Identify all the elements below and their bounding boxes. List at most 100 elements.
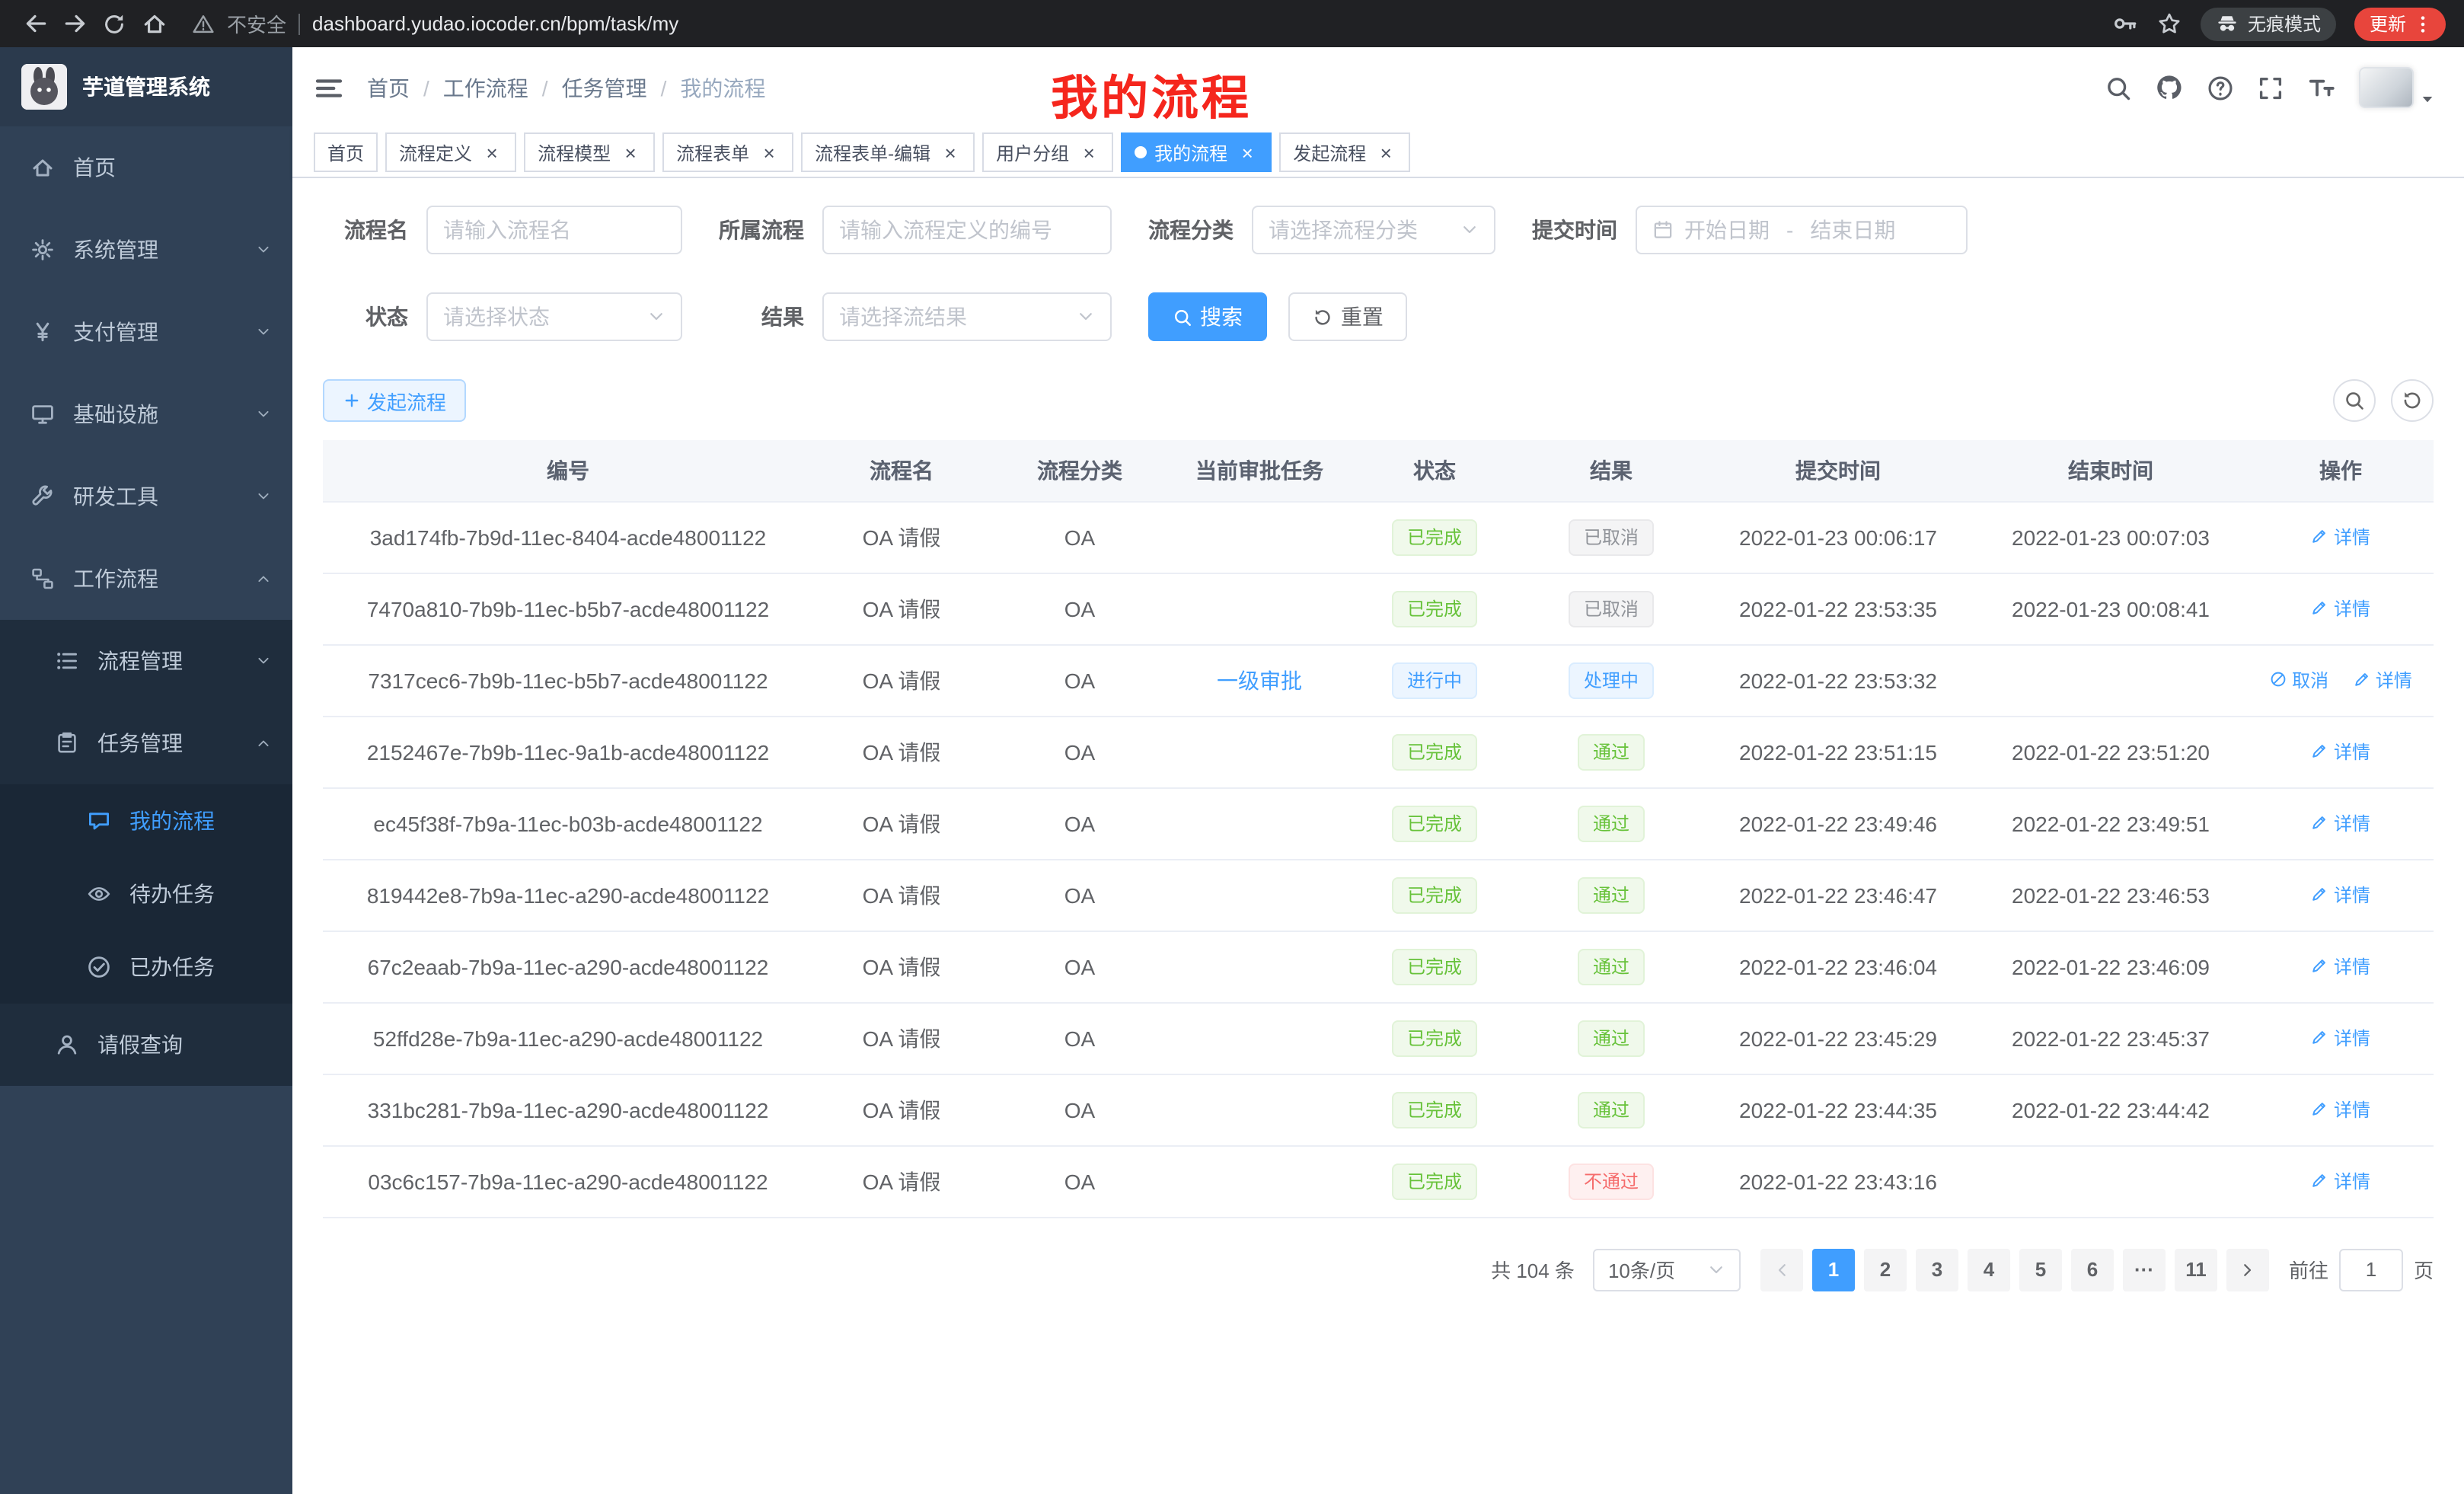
current-task-link[interactable]: 一级审批 xyxy=(1217,668,1302,692)
page-button-2[interactable]: 2 xyxy=(1864,1248,1907,1291)
refresh-table-button[interactable] xyxy=(2391,379,2434,422)
cell-id: 7317cec6-7b9b-11ec-b5b7-acde48001122 xyxy=(323,644,813,716)
sidebar-item-workflow[interactable]: 工作流程 xyxy=(0,538,292,620)
browser-reload-button[interactable] xyxy=(94,4,134,43)
app-logo[interactable]: 芋道管理系统 xyxy=(0,47,292,126)
result-select[interactable]: 请选择流结果 xyxy=(822,292,1112,341)
cell-current-task xyxy=(1170,931,1349,1002)
detail-link[interactable]: 详情 xyxy=(2311,953,2370,979)
page-size-select[interactable]: 10条/页 xyxy=(1593,1248,1741,1291)
page-ellipsis-button[interactable]: ··· xyxy=(2123,1248,2166,1291)
detail-link[interactable]: 详情 xyxy=(2311,1168,2370,1194)
close-icon[interactable]: × xyxy=(1078,142,1100,163)
submit-time-range-picker[interactable]: 开始日期 - 结束日期 xyxy=(1636,206,1968,254)
font-size-icon[interactable] xyxy=(2307,73,2336,102)
search-icon[interactable] xyxy=(2105,74,2132,101)
sidebar-item-process-management[interactable]: 流程管理 xyxy=(0,620,292,702)
sidebar-toggle[interactable] xyxy=(314,72,344,103)
status-select[interactable]: 请选择状态 xyxy=(426,292,682,341)
tab-process-model[interactable]: 流程模型× xyxy=(524,132,655,172)
sidebar-item-done-tasks[interactable]: 已办任务 xyxy=(0,931,292,1004)
password-key-icon[interactable] xyxy=(2112,11,2138,37)
sidebar-item-task-management[interactable]: 任务管理 xyxy=(0,702,292,784)
cell-current-task xyxy=(1170,501,1349,573)
start-date-placeholder[interactable]: 开始日期 xyxy=(1684,215,1770,245)
sidebar-item-dev-tools[interactable]: 研发工具 xyxy=(0,455,292,538)
detail-link[interactable]: 详情 xyxy=(2311,882,2370,908)
breadcrumb-task-management[interactable]: 任务管理 xyxy=(562,72,647,103)
close-icon[interactable]: × xyxy=(1375,142,1396,163)
breadcrumb-home[interactable]: 首页 xyxy=(367,72,410,103)
tab-start-process[interactable]: 发起流程× xyxy=(1279,132,1410,172)
table-row: 3ad174fb-7b9d-11ec-8404-acde48001122 OA … xyxy=(323,501,2434,573)
incognito-icon xyxy=(2216,12,2239,35)
prev-page-button[interactable] xyxy=(1760,1248,1803,1291)
close-icon[interactable]: × xyxy=(940,142,961,163)
sidebar-item-todo-tasks[interactable]: 待办任务 xyxy=(0,857,292,931)
tab-user-group[interactable]: 用户分组× xyxy=(982,132,1113,172)
search-button[interactable]: 搜索 xyxy=(1148,292,1267,341)
sidebar-item-my-process[interactable]: 我的流程 xyxy=(0,784,292,857)
sidebar-item-infrastructure[interactable]: 基础设施 xyxy=(0,373,292,455)
cell-category: OA xyxy=(990,1002,1170,1074)
cancel-link[interactable]: 取消 xyxy=(2269,667,2328,693)
detail-link[interactable]: 详情 xyxy=(2311,524,2370,550)
avatar[interactable] xyxy=(2359,67,2414,108)
detail-link[interactable]: 详情 xyxy=(2311,1097,2370,1122)
sidebar-item-system-management[interactable]: 系统管理 xyxy=(0,209,292,291)
category-select[interactable]: 请选择流程分类 xyxy=(1252,206,1495,254)
col-category: 流程分类 xyxy=(990,440,1170,501)
cell-name: OA 请假 xyxy=(813,1074,990,1145)
kebab-menu-icon[interactable] xyxy=(2412,13,2434,34)
security-badge[interactable]: 不安全 xyxy=(227,9,286,38)
end-date-placeholder[interactable]: 结束日期 xyxy=(1810,215,1895,245)
tab-process-form-edit[interactable]: 流程表单-编辑× xyxy=(801,132,975,172)
github-icon[interactable] xyxy=(2155,73,2184,102)
user-avatar-dropdown[interactable] xyxy=(2359,67,2437,108)
close-icon[interactable]: × xyxy=(1237,142,1258,163)
bookmark-star-icon[interactable] xyxy=(2156,11,2182,37)
detail-link[interactable]: 详情 xyxy=(2311,595,2370,621)
goto-page-input[interactable] xyxy=(2339,1248,2403,1291)
sidebar-item-payment-management[interactable]: 支付管理 xyxy=(0,291,292,373)
chevron-down-icon xyxy=(256,653,271,669)
page-button-1[interactable]: 1 xyxy=(1812,1248,1855,1291)
page-button-3[interactable]: 3 xyxy=(1916,1248,1958,1291)
breadcrumb-workflow[interactable]: 工作流程 xyxy=(443,72,528,103)
close-icon[interactable]: × xyxy=(620,142,641,163)
cell-id: 67c2eaab-7b9a-11ec-a290-acde48001122 xyxy=(323,931,813,1002)
fullscreen-icon[interactable] xyxy=(2257,74,2284,101)
close-icon[interactable]: × xyxy=(481,142,503,163)
app-title: 芋道管理系统 xyxy=(82,72,210,102)
page-button-4[interactable]: 4 xyxy=(1968,1248,2010,1291)
address-bar[interactable]: 不安全 dashboard.yudao.iocoder.cn/bpm/task/… xyxy=(192,9,2112,38)
page-button-11[interactable]: 11 xyxy=(2175,1248,2217,1291)
browser-forward-button[interactable] xyxy=(55,4,94,43)
tab-home[interactable]: 首页 xyxy=(314,132,378,172)
process-name-input[interactable] xyxy=(426,206,682,254)
page-button-5[interactable]: 5 xyxy=(2019,1248,2062,1291)
reset-button[interactable]: 重置 xyxy=(1289,292,1408,341)
detail-link[interactable]: 详情 xyxy=(2353,667,2412,693)
tab-process-form[interactable]: 流程表单× xyxy=(662,132,793,172)
page-button-6[interactable]: 6 xyxy=(2071,1248,2114,1291)
next-page-button[interactable] xyxy=(2226,1248,2269,1291)
detail-link[interactable]: 详情 xyxy=(2311,1025,2370,1051)
sidebar-item-home[interactable]: 首页 xyxy=(0,126,292,209)
browser-back-button[interactable] xyxy=(15,4,55,43)
browser-home-button[interactable] xyxy=(134,4,174,43)
close-icon[interactable]: × xyxy=(758,142,780,163)
tab-my-process[interactable]: 我的流程× xyxy=(1121,132,1272,172)
tab-process-definition[interactable]: 流程定义× xyxy=(385,132,516,172)
process-definition-input[interactable] xyxy=(822,206,1112,254)
sidebar-item-leave-query[interactable]: 请假查询 xyxy=(0,1004,292,1086)
help-icon[interactable] xyxy=(2207,74,2234,101)
detail-link[interactable]: 详情 xyxy=(2311,810,2370,836)
browser-update-button[interactable]: 更新 xyxy=(2354,7,2446,40)
chevron-down-icon xyxy=(1460,221,1479,239)
toggle-search-button[interactable] xyxy=(2333,379,2376,422)
cell-id: 52ffd28e-7b9a-11ec-a290-acde48001122 xyxy=(323,1002,813,1074)
page-url[interactable]: dashboard.yudao.iocoder.cn/bpm/task/my xyxy=(312,12,678,35)
start-process-button[interactable]: 发起流程 xyxy=(323,379,466,422)
detail-link[interactable]: 详情 xyxy=(2311,739,2370,765)
